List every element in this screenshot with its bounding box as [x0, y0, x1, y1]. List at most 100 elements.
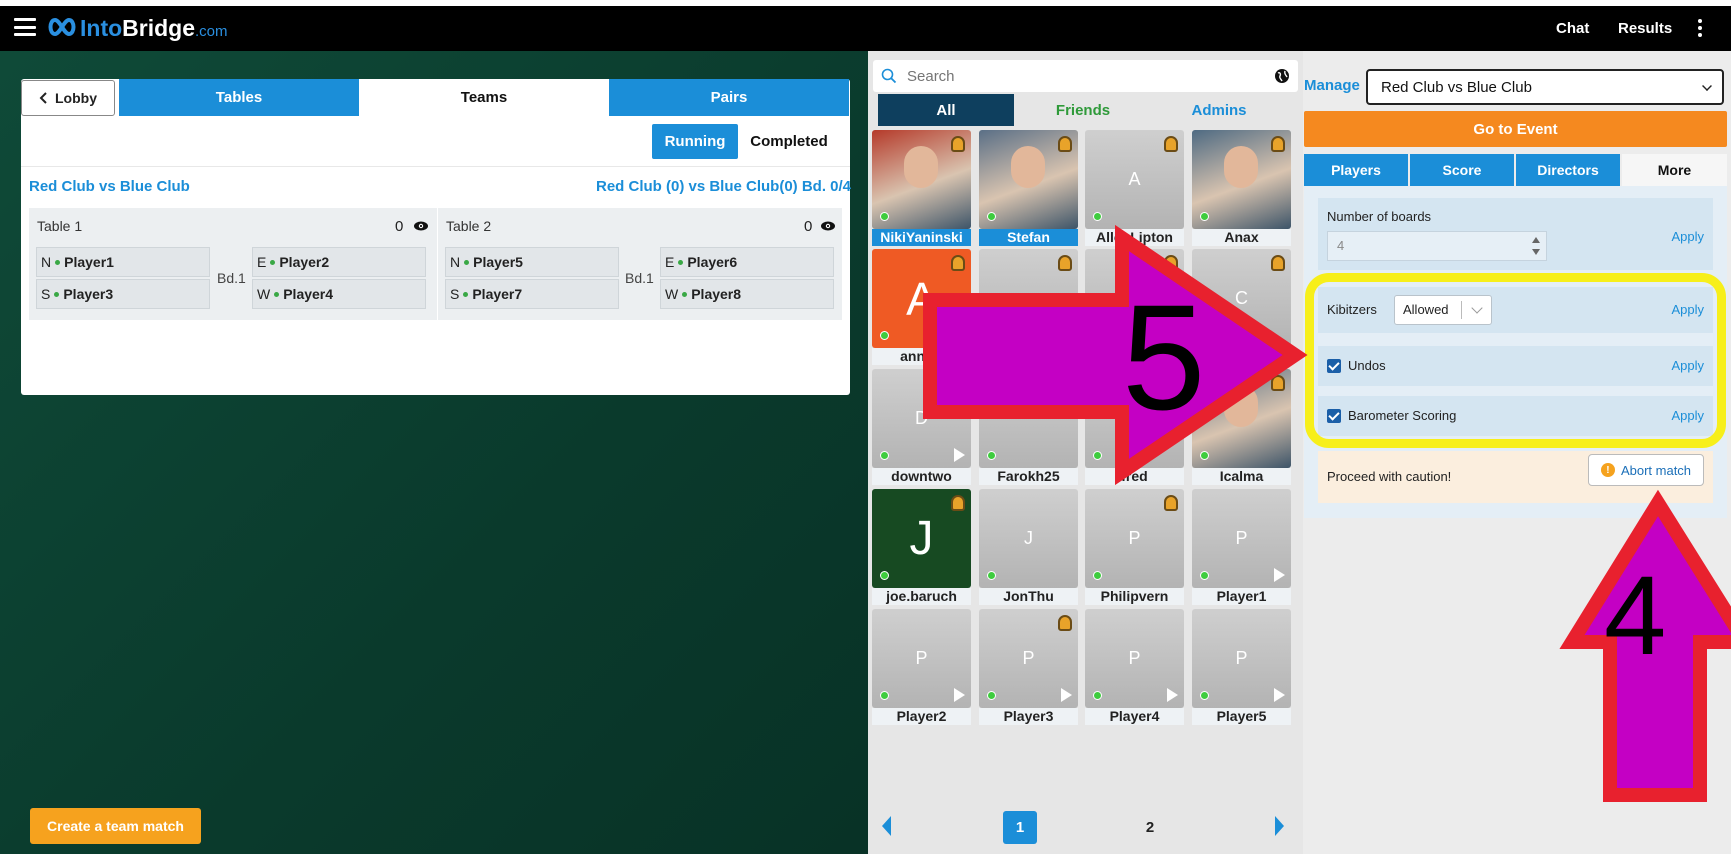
play-icon[interactable] — [1274, 568, 1285, 582]
apply-boards-button[interactable]: Apply — [1671, 229, 1704, 244]
player-tile[interactable]: Farokh25 — [979, 369, 1078, 485]
avatar-initial: D — [915, 408, 928, 428]
tab-players[interactable]: Players — [1304, 154, 1408, 186]
match-title-link[interactable]: Red Club vs Blue Club — [29, 178, 190, 195]
player-tile[interactable]: A AllenLipton — [1085, 130, 1184, 246]
player-tile[interactable]: P Player5 — [1192, 609, 1291, 725]
filter-tab-all[interactable]: All — [878, 94, 1014, 126]
avatar — [979, 369, 1078, 468]
seat-south[interactable]: S Player3 — [36, 279, 210, 309]
spin-down-icon[interactable] — [1532, 249, 1540, 255]
play-icon[interactable] — [954, 688, 965, 702]
seat-south[interactable]: S Player7 — [445, 279, 619, 309]
filter-tab-friends[interactable]: Friends — [1015, 94, 1151, 126]
play-icon[interactable] — [1167, 688, 1178, 702]
tab-teams[interactable]: Teams — [364, 79, 604, 116]
player-name: Player8 — [691, 286, 742, 302]
create-team-match-button[interactable]: Create a team match — [30, 808, 201, 844]
online-dot — [54, 291, 60, 297]
avatar-initial: P — [1128, 648, 1141, 668]
tab-tables[interactable]: Tables — [119, 79, 359, 116]
tab-directors[interactable]: Directors — [1516, 154, 1620, 186]
spin-up-icon[interactable] — [1532, 237, 1540, 243]
chat-link[interactable]: Chat — [1556, 20, 1589, 37]
page-1-button[interactable]: 1 — [1003, 811, 1037, 844]
medal-icon — [951, 495, 965, 511]
player-name: Player4 — [283, 286, 334, 302]
search-input[interactable] — [907, 60, 1247, 92]
menu-icon[interactable] — [14, 18, 36, 36]
avatar-initial: P — [1235, 528, 1248, 548]
online-status-icon — [1093, 212, 1102, 221]
player-tile-name: Farokh25 — [979, 468, 1078, 485]
player-tile[interactable]: Icalma — [1192, 369, 1291, 485]
seat-north[interactable]: N Player5 — [445, 247, 619, 277]
player-tile[interactable]: Aann.ro — [872, 249, 971, 365]
player-tile[interactable]: P Player4 — [1085, 609, 1184, 725]
table-title: Table 1 — [37, 218, 83, 234]
player-tile[interactable] — [979, 249, 1078, 365]
abort-match-button[interactable]: ! Abort match — [1588, 454, 1704, 486]
player-tile[interactable]: P Player3 — [979, 609, 1078, 725]
play-icon[interactable] — [1274, 688, 1285, 702]
player-tile[interactable]: P Philipvern — [1085, 489, 1184, 605]
lobby-label: Lobby — [55, 90, 97, 106]
filter-tab-admins[interactable]: Admins — [1151, 94, 1287, 126]
next-page-icon[interactable] — [1275, 816, 1284, 836]
table-card: Table 2 0 N Player5 S Player7 Bd.1 E Player… — [438, 208, 842, 320]
number-of-boards-value: 4 — [1337, 238, 1345, 253]
caution-text: Proceed with caution! — [1327, 469, 1452, 484]
player-tile[interactable]: P Player2 — [872, 609, 971, 725]
table-title: Table 2 — [446, 218, 492, 234]
top-bar: IntoBridge.com Chat Results — [0, 6, 1731, 51]
seat-dir: E — [665, 254, 675, 270]
event-select[interactable]: Red Club vs Blue Club — [1366, 69, 1724, 105]
player-tile[interactable]: Ddowntwo — [872, 369, 971, 485]
globe-icon[interactable] — [1274, 68, 1290, 84]
lobby-button[interactable]: Lobby — [21, 80, 115, 116]
more-options-icon[interactable] — [1698, 19, 1704, 39]
page-2-button[interactable]: 2 — [1140, 811, 1160, 844]
player-tile-name: Player5 — [1192, 708, 1291, 725]
seat-west[interactable]: W Player4 — [252, 279, 426, 309]
eye-icon[interactable] — [820, 219, 836, 233]
logo-text[interactable]: IntoBridge.com — [80, 15, 228, 42]
go-to-event-button[interactable]: Go to Event — [1304, 111, 1727, 147]
results-link[interactable]: Results — [1618, 20, 1672, 37]
eye-icon[interactable] — [413, 219, 429, 233]
tab-more[interactable]: More — [1622, 154, 1727, 186]
player-tile[interactable]: C — [1192, 249, 1291, 365]
search-icon — [881, 68, 897, 84]
player-tile-name: JonThu — [979, 588, 1078, 605]
avatar-initial: A — [906, 272, 937, 325]
number-of-boards-input[interactable]: 4 — [1327, 231, 1547, 261]
player-tile[interactable]: P Player1 — [1192, 489, 1291, 605]
player-tile[interactable]: NikiYaninski — [872, 130, 971, 246]
medal-icon — [1271, 136, 1285, 152]
completed-button[interactable]: Completed — [742, 124, 836, 159]
avatar: P — [872, 609, 971, 708]
avatar: D — [872, 369, 971, 468]
seat-east[interactable]: E Player6 — [660, 247, 834, 277]
avatar-face — [904, 146, 938, 188]
seat-east[interactable]: E Player2 — [252, 247, 426, 277]
prev-page-icon[interactable] — [882, 816, 891, 836]
online-dot — [463, 291, 469, 297]
player-tile[interactable]: J JonThu — [979, 489, 1078, 605]
avatar-face — [1224, 146, 1258, 188]
seat-west[interactable]: W Player8 — [660, 279, 834, 309]
chevron-left-icon — [39, 92, 47, 104]
avatar: P — [1192, 489, 1291, 588]
player-tile[interactable]: Stefan — [979, 130, 1078, 246]
player-tile[interactable]: Anax — [1192, 130, 1291, 246]
running-button[interactable]: Running — [652, 124, 738, 159]
player-tile[interactable]: Jjoe.baruch — [872, 489, 971, 605]
play-icon[interactable] — [954, 448, 965, 462]
tab-score[interactable]: Score — [1410, 154, 1514, 186]
online-dot — [464, 259, 470, 265]
seat-north[interactable]: N Player1 — [36, 247, 210, 277]
manage-link[interactable]: Manage — [1304, 77, 1360, 94]
tab-pairs[interactable]: Pairs — [609, 79, 849, 116]
play-icon[interactable] — [1061, 688, 1072, 702]
medal-icon — [951, 255, 965, 271]
